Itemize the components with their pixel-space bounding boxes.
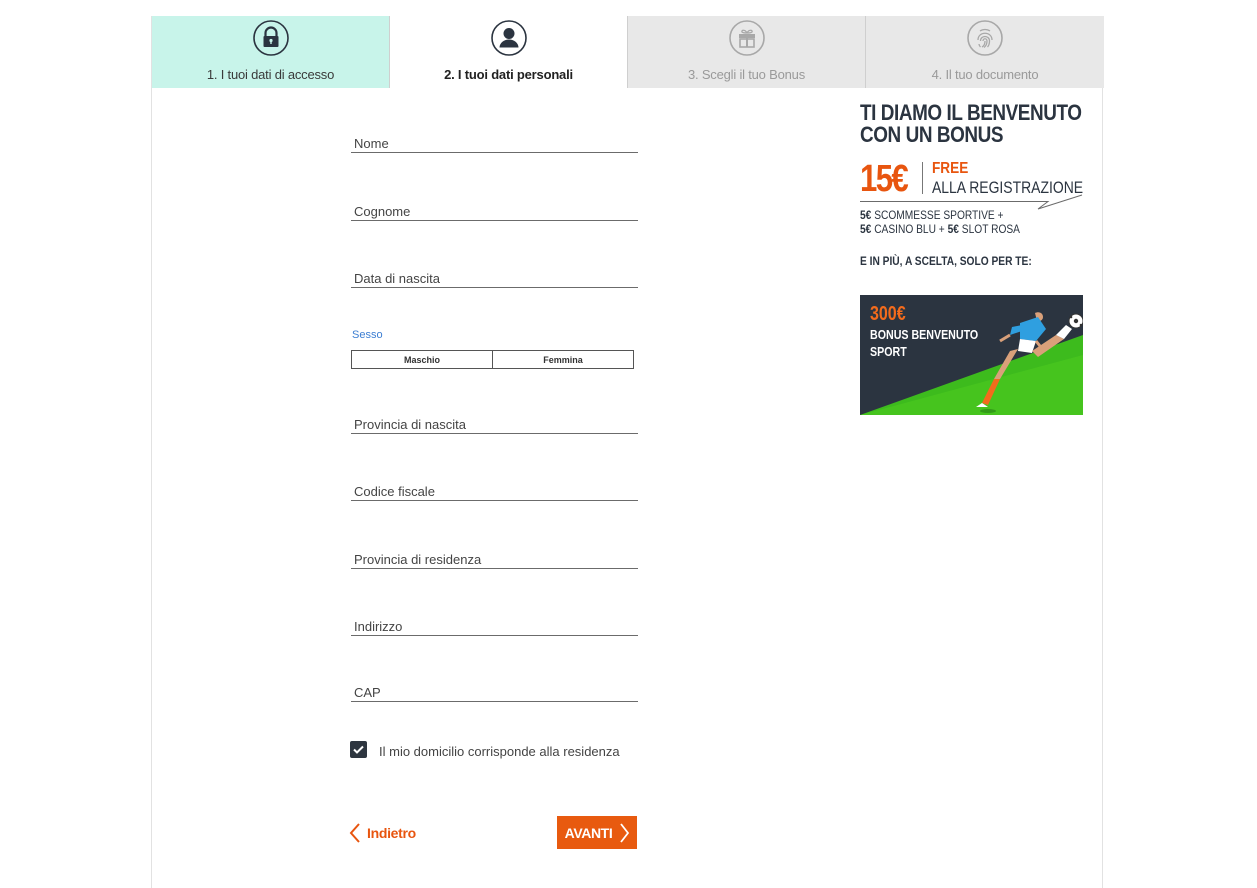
provincia-residenza-field[interactable]	[351, 545, 638, 569]
promo-detail-amount: 5€	[860, 222, 872, 236]
domicilio-checkbox[interactable]	[350, 741, 367, 758]
banner-text: BONUS BENVENUTO SPORT	[870, 326, 978, 360]
back-button-label: Indietro	[367, 825, 416, 841]
registration-panel: 1. I tuoi dati di accesso 2. I tuoi dati…	[151, 16, 1104, 888]
banner-line1: BONUS BENVENUTO	[870, 327, 979, 342]
cap-input[interactable]	[351, 678, 638, 701]
promo-detail-text: SLOT ROSA	[958, 222, 1020, 236]
provincia-residenza-input[interactable]	[351, 545, 638, 568]
step-document[interactable]: 4. Il tuo documento	[866, 16, 1104, 88]
step-label: 2. I tuoi dati personali	[444, 67, 573, 82]
welcome-bonus-promo: TI DIAMO IL BENVENUTO CON UN BONUS 15€ F…	[860, 100, 1086, 415]
next-button[interactable]: AVANTI	[557, 816, 637, 849]
promo-title-line2: CON UN BONUS	[860, 122, 1004, 147]
promo-title-line1: TI DIAMO IL BENVENUTO	[860, 100, 1082, 125]
promo-detail-line2: 5€ CASINO BLU + 5€ SLOT ROSA	[860, 222, 1052, 236]
sport-bonus-banner[interactable]: 300€ BONUS BENVENUTO SPORT	[860, 295, 1083, 415]
provincia-nascita-field[interactable]	[351, 410, 638, 434]
sesso-toggle: Maschio Femmina	[351, 350, 634, 369]
banner-line2: SPORT	[870, 344, 907, 359]
codice-fiscale-field[interactable]	[351, 477, 638, 501]
sesso-femmina-button[interactable]: Femmina	[493, 351, 633, 368]
codice-fiscale-input[interactable]	[351, 477, 638, 500]
data-nascita-field[interactable]	[351, 264, 638, 288]
nome-field[interactable]	[351, 129, 638, 153]
provincia-nascita-input[interactable]	[351, 410, 638, 433]
user-icon	[491, 20, 527, 56]
banner-amount: 300€	[870, 303, 906, 325]
step-access-data[interactable]: 1. I tuoi dati di accesso	[152, 16, 390, 88]
fingerprint-icon	[967, 20, 1003, 56]
step-choose-bonus[interactable]: 3. Scegli il tuo Bonus	[628, 16, 866, 88]
cognome-field[interactable]	[351, 197, 638, 221]
step-label: 4. Il tuo documento	[931, 67, 1039, 82]
sesso-label: Sesso	[352, 329, 383, 341]
cap-field[interactable]	[351, 678, 638, 702]
chevron-right-icon	[620, 822, 630, 843]
promo-details: 5€ SCOMMESSE SPORTIVE + 5€ CASINO BLU + …	[860, 208, 1052, 236]
step-personal-data[interactable]: 2. I tuoi dati personali	[390, 16, 628, 88]
nome-input[interactable]	[351, 129, 638, 152]
promo-detail-line1: 5€ SCOMMESSE SPORTIVE +	[860, 208, 1052, 222]
promo-detail-text: CASINO BLU +	[871, 222, 948, 236]
chevron-left-icon	[349, 823, 360, 843]
cognome-input[interactable]	[351, 197, 638, 220]
promo-detail-amount: 5€	[947, 222, 959, 236]
promo-detail-amount: 5€	[860, 208, 872, 222]
promo-detail-text: SCOMMESSE SPORTIVE +	[871, 208, 1004, 222]
indirizzo-input[interactable]	[351, 612, 638, 635]
sesso-maschio-button[interactable]: Maschio	[352, 351, 493, 368]
registration-stepper: 1. I tuoi dati di accesso 2. I tuoi dati…	[152, 16, 1104, 88]
checkmark-icon	[353, 745, 364, 754]
promo-free: FREE	[932, 160, 969, 177]
gift-icon	[729, 20, 765, 56]
step-label: 1. I tuoi dati di accesso	[206, 67, 335, 82]
lock-icon	[253, 20, 289, 56]
promo-bonus-row: 15€ FREE ALLA REGISTRAZIONE	[860, 158, 1086, 210]
domicilio-checkbox-label[interactable]: Il mio domicilio corrisponde alla reside…	[379, 744, 620, 759]
data-nascita-input[interactable]	[351, 264, 638, 287]
promo-extra-text: E IN PIÙ, A SCELTA, SOLO PER TE:	[860, 254, 1032, 268]
next-button-label: AVANTI	[564, 824, 613, 841]
back-button[interactable]: Indietro	[349, 821, 416, 845]
step-label: 3. Scegli il tuo Bonus	[687, 67, 805, 82]
indirizzo-field[interactable]	[351, 612, 638, 636]
promo-divider	[922, 162, 923, 194]
